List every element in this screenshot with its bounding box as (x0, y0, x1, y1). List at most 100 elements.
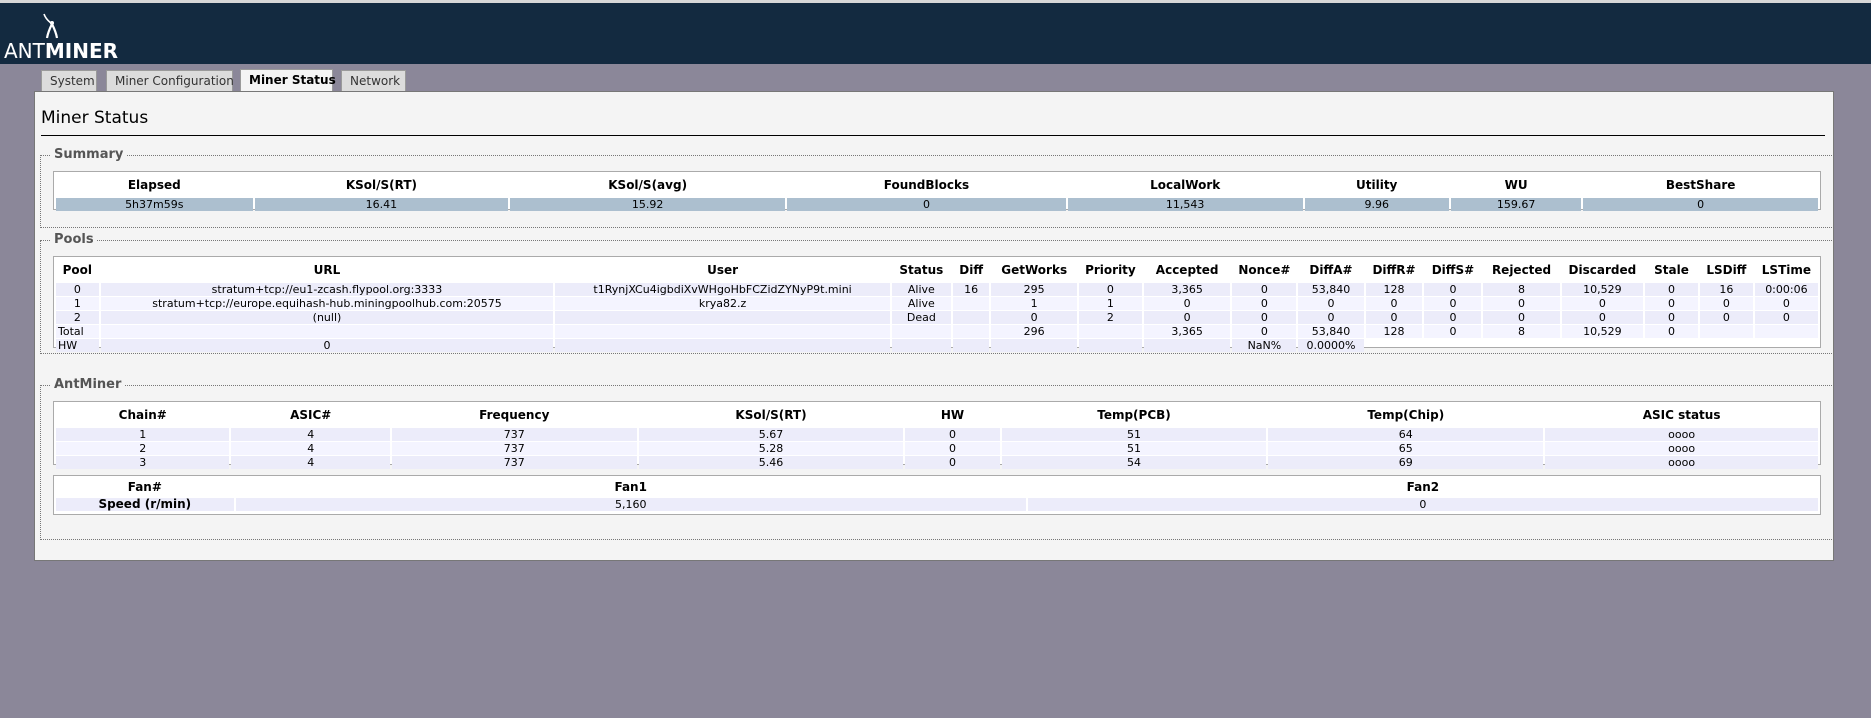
pool-cell (952, 325, 990, 338)
summary-value: 11,543 (1067, 198, 1303, 211)
fans-header: Fan2 (1406, 480, 1440, 494)
pool-hw-nonce: NaN% (1232, 339, 1297, 352)
pool-cell: 3,365 (1143, 283, 1231, 296)
tab-system[interactable]: System (41, 70, 97, 92)
pool-cell (1754, 325, 1818, 338)
content-panel: Miner Status Summary Elapsed KSol/S(RT) … (34, 91, 1834, 561)
pool-cell: 2 (1078, 311, 1142, 324)
pools-header: Nonce# (1238, 263, 1291, 277)
summary-value: 0 (787, 198, 1066, 211)
chain-cell: 51 (1001, 428, 1267, 441)
pools-section: Pools Pool URL User Status Diff GetWorks (40, 232, 1834, 354)
pool-cell (1645, 339, 1698, 352)
pool-cell: 0 (1645, 297, 1698, 310)
chain-cell: 737 (391, 428, 637, 441)
pool-cell: 10,529 (1561, 283, 1644, 296)
summary-table-box: Elapsed KSol/S(RT) KSol/S(avg) FoundBloc… (53, 171, 1821, 211)
fan-speed-label: Speed (r/min) (56, 498, 234, 511)
pool-cell (555, 339, 890, 352)
tab-miner-status[interactable]: Miner Status (240, 69, 336, 93)
pools-header: Pool (62, 263, 93, 277)
pool-cell (1700, 339, 1753, 352)
pool-cell: 0 (1424, 283, 1482, 296)
summary-section: Summary Elapsed KSol/S(RT) KSol/S(avg) F… (40, 147, 1834, 228)
chain-cell: 65 (1268, 442, 1544, 455)
chains-header: Frequency (479, 408, 550, 422)
chain-cell: 5.46 (638, 456, 904, 469)
pool-cell: 128 (1365, 325, 1423, 338)
pool-cell (952, 297, 990, 310)
chain-cell: 737 (391, 442, 637, 455)
chain-cell: 64 (1268, 428, 1544, 441)
pool-cell: Total (56, 325, 99, 338)
pool-cell (891, 339, 951, 352)
chains-header: HW (940, 408, 965, 422)
pool-cell (1562, 339, 1643, 352)
pool-cell: 0 (1645, 325, 1698, 338)
pool-cell: 3,365 (1143, 325, 1231, 338)
pools-header: Priority (1085, 263, 1136, 277)
pool-cell: 0 (1298, 297, 1364, 310)
chains-header: KSol/S(RT) (735, 408, 807, 422)
summary-legend: Summary (51, 147, 127, 162)
tab-network[interactable]: Network (341, 70, 406, 92)
antminer-logo[interactable]: ANTMINER (4, 12, 118, 63)
pool-cell: 53,840 (1298, 283, 1364, 296)
summary-value: 16.41 (254, 198, 509, 211)
pool-cell: 0 (1365, 297, 1423, 310)
summary-header: Elapsed (127, 178, 181, 192)
pools-header: LSDiff (1706, 263, 1747, 277)
pools-header: User (707, 263, 739, 277)
pool-user (555, 311, 890, 324)
pool-user: t1RynjXCu4igbdiXvWHgoHbFCZidZYNyP9t.mini (555, 283, 890, 296)
pool-cell (1755, 339, 1818, 352)
pool-cell: 0 (1754, 311, 1818, 324)
summary-header: KSol/S(RT) (345, 178, 417, 192)
pool-cell (952, 311, 990, 324)
pools-header: LSTime (1761, 263, 1812, 277)
pool-url: (null) (100, 311, 554, 324)
pool-hw-row: HW 0 NaN% 0.0000% (56, 339, 1818, 352)
summary-value: 15.92 (510, 198, 786, 211)
pool-row: 1 stratum+tcp://europe.equihash-hub.mini… (56, 297, 1818, 310)
summary-value: 0 (1583, 198, 1818, 211)
pool-cell: 295 (991, 283, 1077, 296)
summary-value-row: 5h37m59s 16.41 15.92 0 11,543 9.96 159.6… (56, 198, 1818, 211)
pool-cell: 0 (1561, 297, 1644, 310)
pool-cell (991, 339, 1077, 352)
chains-header-row: Chain# ASIC# Frequency KSol/S(RT) HW Tem… (56, 403, 1818, 427)
pool-total-row: Total 296 3,365 0 53,840 128 0 8 10,529 … (56, 325, 1818, 338)
chain-cell: 5.67 (638, 428, 904, 441)
pool-cell: 0 (1483, 311, 1560, 324)
pool-row: 0 stratum+tcp://eu1-zcash.flypool.org:33… (56, 283, 1818, 296)
pools-header: DiffR# (1372, 263, 1416, 277)
pool-url: stratum+tcp://europe.equihash-hub.mining… (100, 297, 554, 310)
pool-cell: 296 (991, 325, 1077, 338)
chain-cell: 51 (1001, 442, 1267, 455)
pool-cell: 1 (991, 297, 1077, 310)
chain-row: 3 4 737 5.46 0 54 69 oooo (56, 456, 1818, 469)
pool-cell (1424, 339, 1481, 352)
pool-cell: 0 (1424, 311, 1482, 324)
fans-header: Fan# (127, 480, 162, 494)
pool-cell: 0 (1754, 297, 1818, 310)
pool-cell: 0 (991, 311, 1077, 324)
fans-header: Fan1 (614, 480, 647, 494)
summary-header: FoundBlocks (883, 178, 970, 192)
pool-cell: 1 (1078, 297, 1142, 310)
pool-cell: 0 (1699, 297, 1753, 310)
pool-cell (1366, 339, 1423, 352)
pool-cell: 0 (56, 283, 99, 296)
pool-cell: 0 (1232, 311, 1297, 324)
chains-table-box: Chain# ASIC# Frequency KSol/S(RT) HW Tem… (53, 401, 1821, 469)
fan2-speed: 0 (1027, 498, 1818, 511)
tab-miner-configuration[interactable]: Miner Configuration (106, 70, 234, 92)
pool-cell (891, 325, 951, 338)
page-title: Miner Status (41, 108, 149, 128)
pool-cell: 10,529 (1561, 325, 1644, 338)
header-bar: ANTMINER (0, 3, 1871, 64)
chain-cell: 3 (56, 456, 230, 469)
pool-cell (1078, 339, 1142, 352)
chains-header: Temp(Chip) (1367, 408, 1445, 422)
pool-cell: 0 (1143, 297, 1231, 310)
